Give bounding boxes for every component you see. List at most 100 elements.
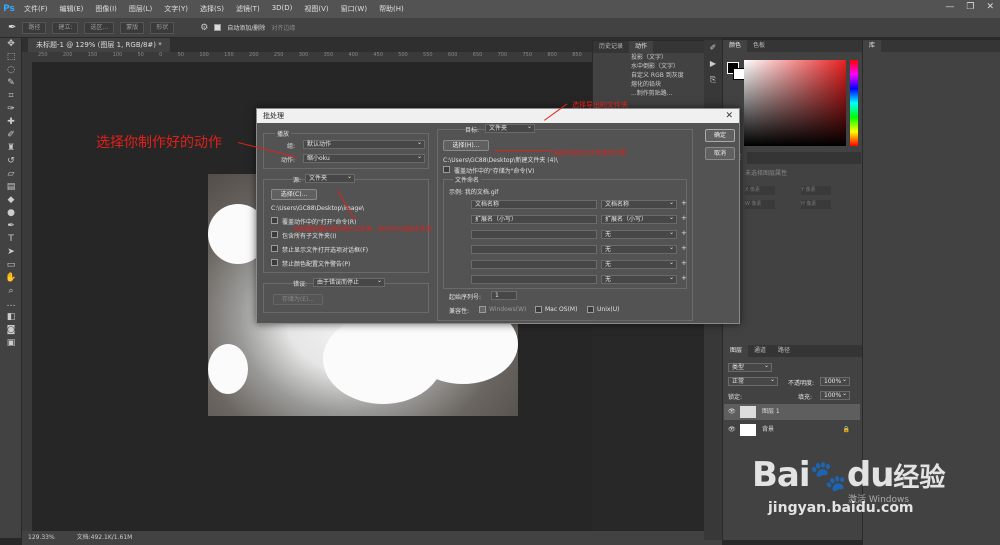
- restore-icon[interactable]: ❐: [966, 2, 974, 12]
- naming-field[interactable]: [471, 275, 597, 284]
- healing-brush-icon[interactable]: ✚: [0, 116, 22, 129]
- visibility-eye-icon[interactable]: 👁: [728, 422, 736, 438]
- auto-add-checkbox[interactable]: [214, 24, 222, 31]
- action-row[interactable]: 自定义 RGB 到灰度: [593, 71, 721, 80]
- dodge-tool-icon[interactable]: ●: [0, 207, 22, 220]
- errors-select[interactable]: 由于错误而停止: [313, 277, 385, 287]
- tab-paths[interactable]: 路径: [772, 345, 796, 357]
- w-field[interactable]: W 像素: [745, 200, 775, 209]
- menu-item[interactable]: 文件(F): [18, 4, 54, 14]
- add-field-icon[interactable]: +: [681, 259, 687, 267]
- tab-color[interactable]: 颜色: [723, 40, 748, 52]
- tab-actions[interactable]: 动作: [629, 41, 654, 53]
- action-select[interactable]: 缩小oku: [303, 153, 425, 163]
- stamp-tool-icon[interactable]: ♜: [0, 142, 22, 155]
- pen-tool-icon[interactable]: ✒: [0, 220, 22, 233]
- visibility-eye-icon[interactable]: 👁: [728, 404, 736, 420]
- zoom-tool-icon[interactable]: ⌕: [0, 285, 22, 298]
- destination-select[interactable]: 文件夹: [485, 123, 535, 133]
- blend-mode-select[interactable]: 正常: [728, 376, 778, 386]
- tab-history[interactable]: 历史记录: [593, 41, 629, 53]
- layer-row-background[interactable]: 👁 背景 🔒: [724, 422, 860, 438]
- menu-item[interactable]: 选择(S): [194, 4, 230, 14]
- naming-select[interactable]: 无: [601, 229, 677, 239]
- naming-field[interactable]: [471, 260, 597, 269]
- tab-library[interactable]: 库: [863, 40, 882, 52]
- lasso-tool-icon[interactable]: ◌: [0, 64, 22, 77]
- add-field-icon[interactable]: +: [681, 229, 687, 237]
- rectangle-tool-icon[interactable]: ▭: [0, 259, 22, 272]
- menu-item[interactable]: 视图(V): [298, 4, 334, 14]
- gradient-icon[interactable]: ▤: [0, 181, 22, 194]
- quick-select-icon[interactable]: ✎: [0, 77, 22, 90]
- minimize-icon[interactable]: —: [945, 2, 954, 12]
- add-field-icon[interactable]: +: [681, 274, 687, 282]
- action-row[interactable]: ...制作剪贴路...: [593, 89, 721, 98]
- action-row[interactable]: 水中倒影（文字）: [593, 62, 721, 71]
- marquee-tool-icon[interactable]: ⬚: [0, 51, 22, 64]
- type-tool-icon[interactable]: T: [0, 233, 22, 246]
- blur-tool-icon[interactable]: ◆: [0, 194, 22, 207]
- tab-channels[interactable]: 通道: [748, 345, 772, 357]
- zoom-level[interactable]: 129.33%: [28, 534, 55, 541]
- screen-mode-icon[interactable]: ▣: [0, 337, 22, 350]
- naming-field[interactable]: [471, 230, 597, 239]
- fill-field[interactable]: 100%: [820, 390, 850, 400]
- tab-layers[interactable]: 图层: [724, 345, 749, 357]
- menu-item[interactable]: 3D(D): [266, 4, 299, 14]
- path-select-icon[interactable]: ➤: [0, 246, 22, 259]
- tab-swatches[interactable]: 色板: [747, 40, 771, 52]
- path-mode-select[interactable]: 路径: [22, 21, 47, 34]
- eyedropper-icon[interactable]: ✑: [0, 103, 22, 116]
- override-open-checkbox[interactable]: [271, 217, 278, 224]
- override-save-checkbox[interactable]: [443, 166, 450, 173]
- suppress-open-options-checkbox[interactable]: [271, 245, 278, 252]
- menu-item[interactable]: 帮助(H): [373, 4, 410, 14]
- action-row[interactable]: 熔化的铅块: [593, 80, 721, 89]
- document-tab[interactable]: 未标题-1 @ 129% (图层 1, RGB/8#) *: [28, 38, 170, 52]
- move-tool-icon[interactable]: ✥: [0, 38, 22, 51]
- naming-select[interactable]: 无: [601, 259, 677, 269]
- play-icon[interactable]: ▶: [704, 56, 722, 72]
- more-tools-icon[interactable]: …: [0, 298, 22, 311]
- add-field-icon[interactable]: +: [681, 214, 687, 222]
- cancel-button[interactable]: 取消: [705, 147, 735, 160]
- crop-tool-icon[interactable]: ⌗: [0, 90, 22, 103]
- gear-icon[interactable]: ⚙: [200, 23, 208, 33]
- action-row[interactable]: 投影（文字）: [593, 53, 721, 62]
- brush-panel-icon[interactable]: ✐: [704, 40, 722, 56]
- menu-item[interactable]: 编辑(E): [54, 4, 90, 14]
- selection-button[interactable]: 选区...: [84, 21, 115, 34]
- menu-item[interactable]: 窗口(W): [335, 4, 373, 14]
- pen-tool-icon[interactable]: ✒: [8, 22, 16, 33]
- x-field[interactable]: X 像素: [745, 186, 775, 195]
- hue-slider[interactable]: [850, 60, 858, 146]
- layer-row-selected[interactable]: 👁 图层 1: [724, 404, 860, 420]
- y-field[interactable]: Y 像素: [801, 186, 831, 195]
- naming-select[interactable]: 文档名称: [601, 199, 677, 209]
- shape-button[interactable]: 形状: [150, 21, 175, 34]
- history-brush-icon[interactable]: ↺: [0, 155, 22, 168]
- add-field-icon[interactable]: +: [681, 199, 687, 207]
- mask-button[interactable]: 蒙版: [120, 21, 145, 34]
- naming-field[interactable]: [471, 245, 597, 254]
- color-swatches-icon[interactable]: ◧: [0, 311, 22, 324]
- quick-mask-icon[interactable]: ◙: [0, 324, 22, 337]
- eraser-icon[interactable]: ▱: [0, 168, 22, 181]
- set-select[interactable]: 默认动作: [303, 139, 425, 149]
- close-icon[interactable]: ✕: [986, 2, 994, 12]
- color-picker-field[interactable]: [744, 60, 846, 146]
- opacity-field[interactable]: 100%: [820, 376, 850, 386]
- include-subfolders-checkbox[interactable]: [271, 231, 278, 238]
- naming-select[interactable]: 扩展名（小写）: [601, 214, 677, 224]
- macos-checkbox[interactable]: [535, 306, 542, 313]
- hand-tool-icon[interactable]: ✋: [0, 272, 22, 285]
- naming-field[interactable]: 扩展名（小写）: [471, 215, 597, 224]
- windows-checkbox[interactable]: [479, 306, 486, 313]
- serial-input[interactable]: 1: [491, 291, 517, 300]
- clone-source-icon[interactable]: ⎘: [704, 72, 722, 88]
- source-choose-button[interactable]: 选择(C)...: [271, 189, 317, 200]
- close-icon[interactable]: ✕: [725, 109, 733, 123]
- suppress-color-warning-checkbox[interactable]: [271, 259, 278, 266]
- menu-item[interactable]: 文字(Y): [158, 4, 194, 14]
